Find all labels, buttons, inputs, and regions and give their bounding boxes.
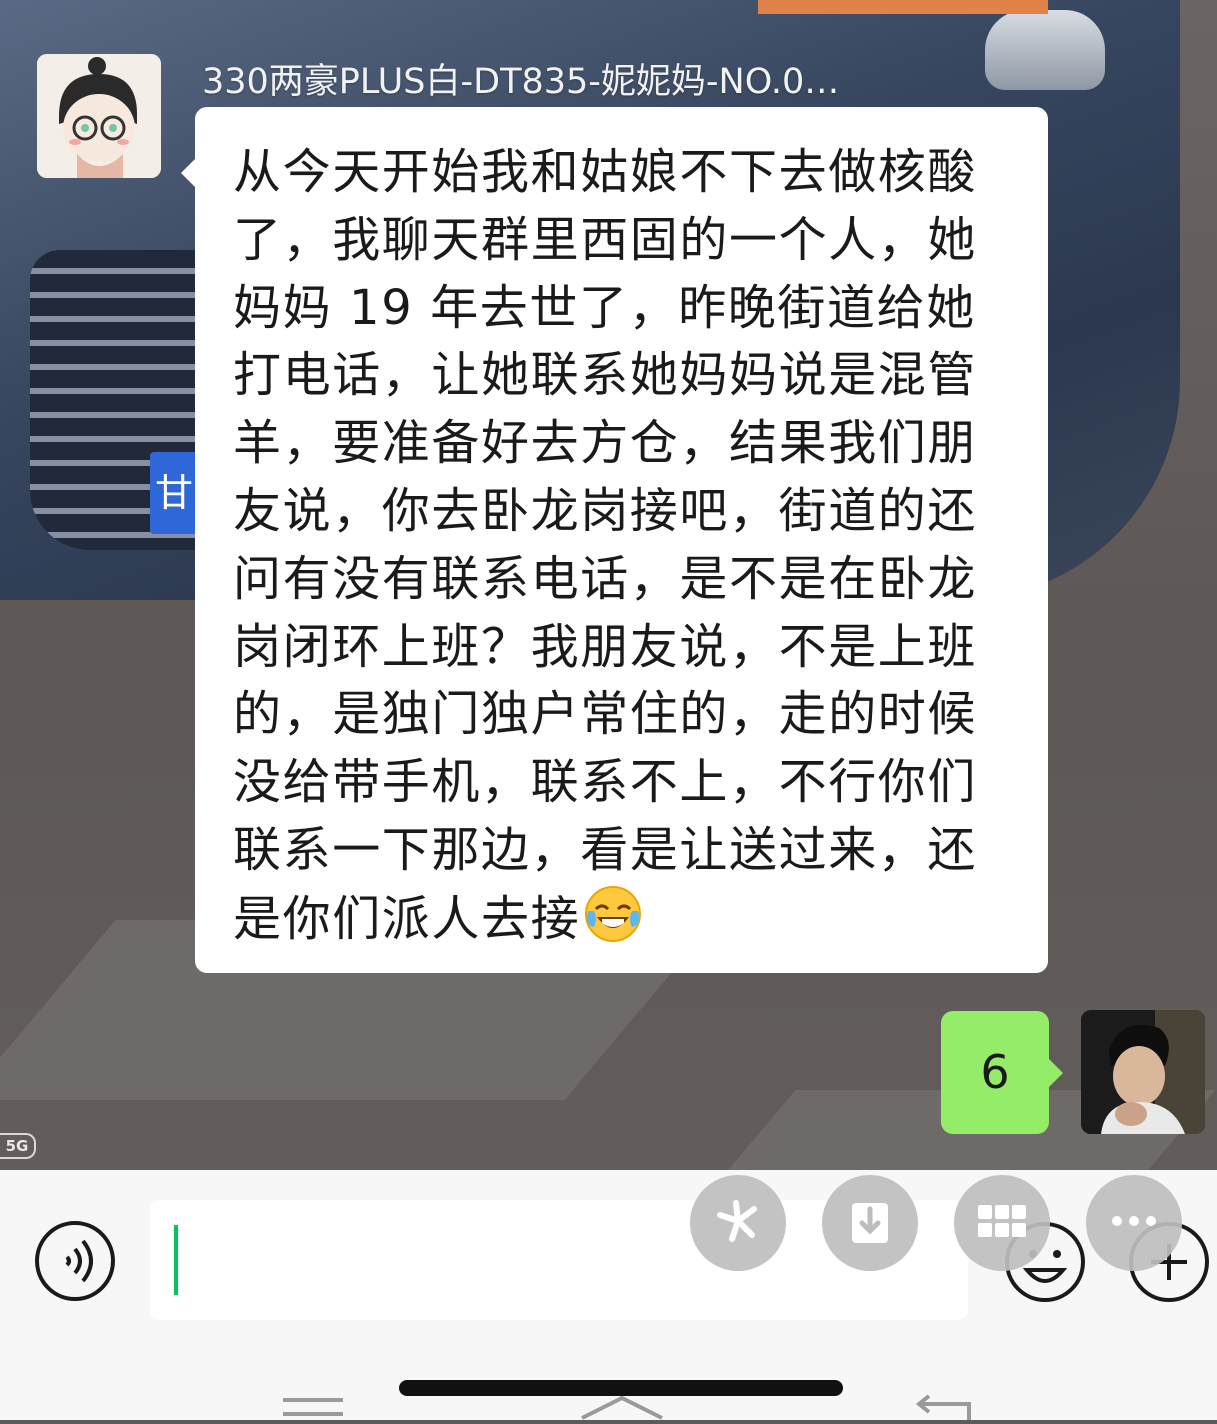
own-avatar[interactable] xyxy=(1081,1010,1205,1134)
voice-button[interactable] xyxy=(33,1219,117,1303)
incoming-message-bubble[interactable]: 从今天开始我和姑娘不下去做核酸了，我聊天群里西固的一个人，她妈妈 19 年去世了… xyxy=(181,107,1048,973)
sender-name: 330两豪PLUS白-DT835-妮妮妈-NO.0… xyxy=(202,62,840,102)
home-indicator[interactable] xyxy=(399,1380,843,1396)
menu-icon xyxy=(283,1398,343,1416)
back-icon xyxy=(915,1394,971,1420)
more-options-button[interactable] xyxy=(1086,1175,1182,1271)
background-orange-strip xyxy=(758,0,1048,14)
nav-back-button[interactable] xyxy=(915,1392,977,1420)
background-license-plate: 甘 xyxy=(150,452,198,534)
sender-avatar[interactable] xyxy=(37,54,161,178)
network-badge: 5G xyxy=(0,1133,36,1159)
home-chevron-icon xyxy=(581,1395,663,1420)
pinwheel-icon xyxy=(717,1200,757,1242)
nav-home-button[interactable] xyxy=(580,1395,664,1420)
incoming-message-text: 从今天开始我和姑娘不下去做核酸了，我聊天群里西固的一个人，她妈妈 19 年去世了… xyxy=(233,144,978,947)
voice-icon xyxy=(35,1221,115,1301)
cartoon-avatar-icon xyxy=(37,54,161,178)
download-button[interactable] xyxy=(822,1175,918,1271)
outgoing-message-bubble[interactable]: 6 xyxy=(941,1011,1063,1134)
text-caret xyxy=(174,1225,178,1295)
portrait-avatar-icon xyxy=(1081,1010,1205,1134)
grid-button[interactable] xyxy=(954,1175,1050,1271)
nav-menu-button[interactable] xyxy=(283,1398,343,1420)
laughing-crying-emoji-icon xyxy=(584,885,642,962)
download-icon xyxy=(852,1203,888,1243)
grid-icon xyxy=(978,1205,1026,1237)
incoming-message-content: 从今天开始我和姑娘不下去做核酸了，我聊天群里西固的一个人，她妈妈 19 年去世了… xyxy=(233,139,1012,962)
background-car-mirror xyxy=(985,10,1105,90)
pinwheel-button[interactable] xyxy=(690,1175,786,1271)
more-icon xyxy=(1112,1216,1156,1226)
